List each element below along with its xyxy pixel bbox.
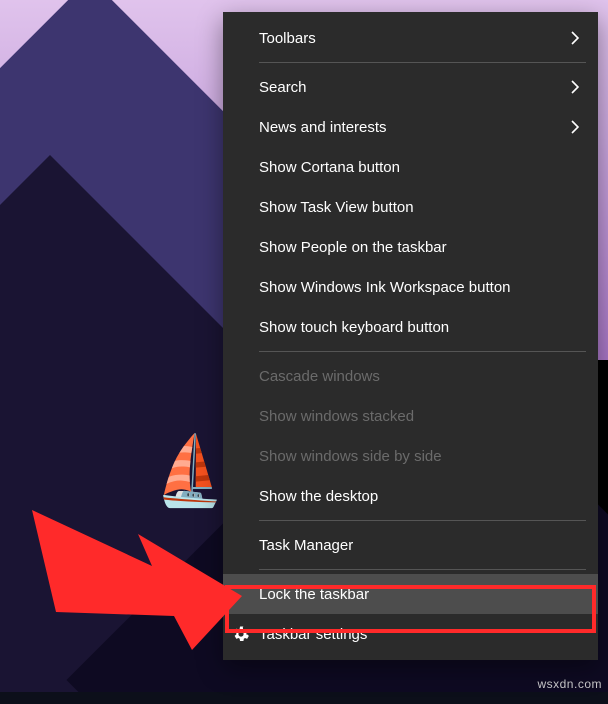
menu-item-label: Taskbar settings bbox=[259, 626, 580, 643]
menu-item-show-touch-keyboard-button[interactable]: Show touch keyboard button bbox=[223, 307, 598, 347]
menu-item-show-windows-stacked: Show windows stacked bbox=[223, 396, 598, 436]
menu-item-lock-the-taskbar[interactable]: Lock the taskbar bbox=[223, 574, 598, 614]
menu-item-show-windows-side-by-side: Show windows side by side bbox=[223, 436, 598, 476]
menu-item-label: Cascade windows bbox=[259, 368, 580, 385]
menu-item-search[interactable]: Search bbox=[223, 67, 598, 107]
menu-item-label: Show Windows Ink Workspace button bbox=[259, 279, 580, 296]
menu-item-task-manager[interactable]: Task Manager bbox=[223, 525, 598, 565]
menu-item-label: Show Task View button bbox=[259, 199, 580, 216]
watermark-text: wsxdn.com bbox=[537, 677, 602, 691]
menu-item-label: Show People on the taskbar bbox=[259, 239, 580, 256]
menu-item-toolbars[interactable]: Toolbars bbox=[223, 18, 598, 58]
chevron-right-icon bbox=[570, 30, 580, 46]
menu-separator bbox=[259, 62, 586, 63]
menu-separator bbox=[259, 569, 586, 570]
menu-item-label: Show touch keyboard button bbox=[259, 319, 580, 336]
chevron-right-icon bbox=[570, 119, 580, 135]
menu-item-show-cortana-button[interactable]: Show Cortana button bbox=[223, 147, 598, 187]
menu-item-news-and-interests[interactable]: News and interests bbox=[223, 107, 598, 147]
menu-item-taskbar-settings[interactable]: Taskbar settings bbox=[223, 614, 598, 654]
menu-item-label: Show the desktop bbox=[259, 488, 580, 505]
menu-separator bbox=[259, 520, 586, 521]
menu-item-cascade-windows: Cascade windows bbox=[223, 356, 598, 396]
taskbar-context-menu: Toolbars Search News and interests Show Cor… bbox=[223, 12, 598, 660]
chevron-right-icon bbox=[570, 79, 580, 95]
menu-item-label: Lock the taskbar bbox=[259, 586, 580, 603]
gear-icon bbox=[231, 624, 251, 644]
wallpaper-ship-silhouette: ⛵ bbox=[156, 437, 223, 505]
menu-item-label: Show windows side by side bbox=[259, 448, 580, 465]
menu-item-label: Show Cortana button bbox=[259, 159, 580, 176]
menu-item-label: Task Manager bbox=[259, 537, 580, 554]
menu-separator bbox=[259, 351, 586, 352]
menu-item-label: News and interests bbox=[259, 119, 562, 136]
menu-item-label: Show windows stacked bbox=[259, 408, 580, 425]
menu-item-label: Search bbox=[259, 79, 562, 96]
menu-item-label: Toolbars bbox=[259, 30, 562, 47]
menu-item-show-windows-ink-workspace-button[interactable]: Show Windows Ink Workspace button bbox=[223, 267, 598, 307]
menu-item-show-task-view-button[interactable]: Show Task View button bbox=[223, 187, 598, 227]
menu-item-show-people-on-the-taskbar[interactable]: Show People on the taskbar bbox=[223, 227, 598, 267]
taskbar[interactable] bbox=[0, 692, 608, 704]
menu-item-show-the-desktop[interactable]: Show the desktop bbox=[223, 476, 598, 516]
